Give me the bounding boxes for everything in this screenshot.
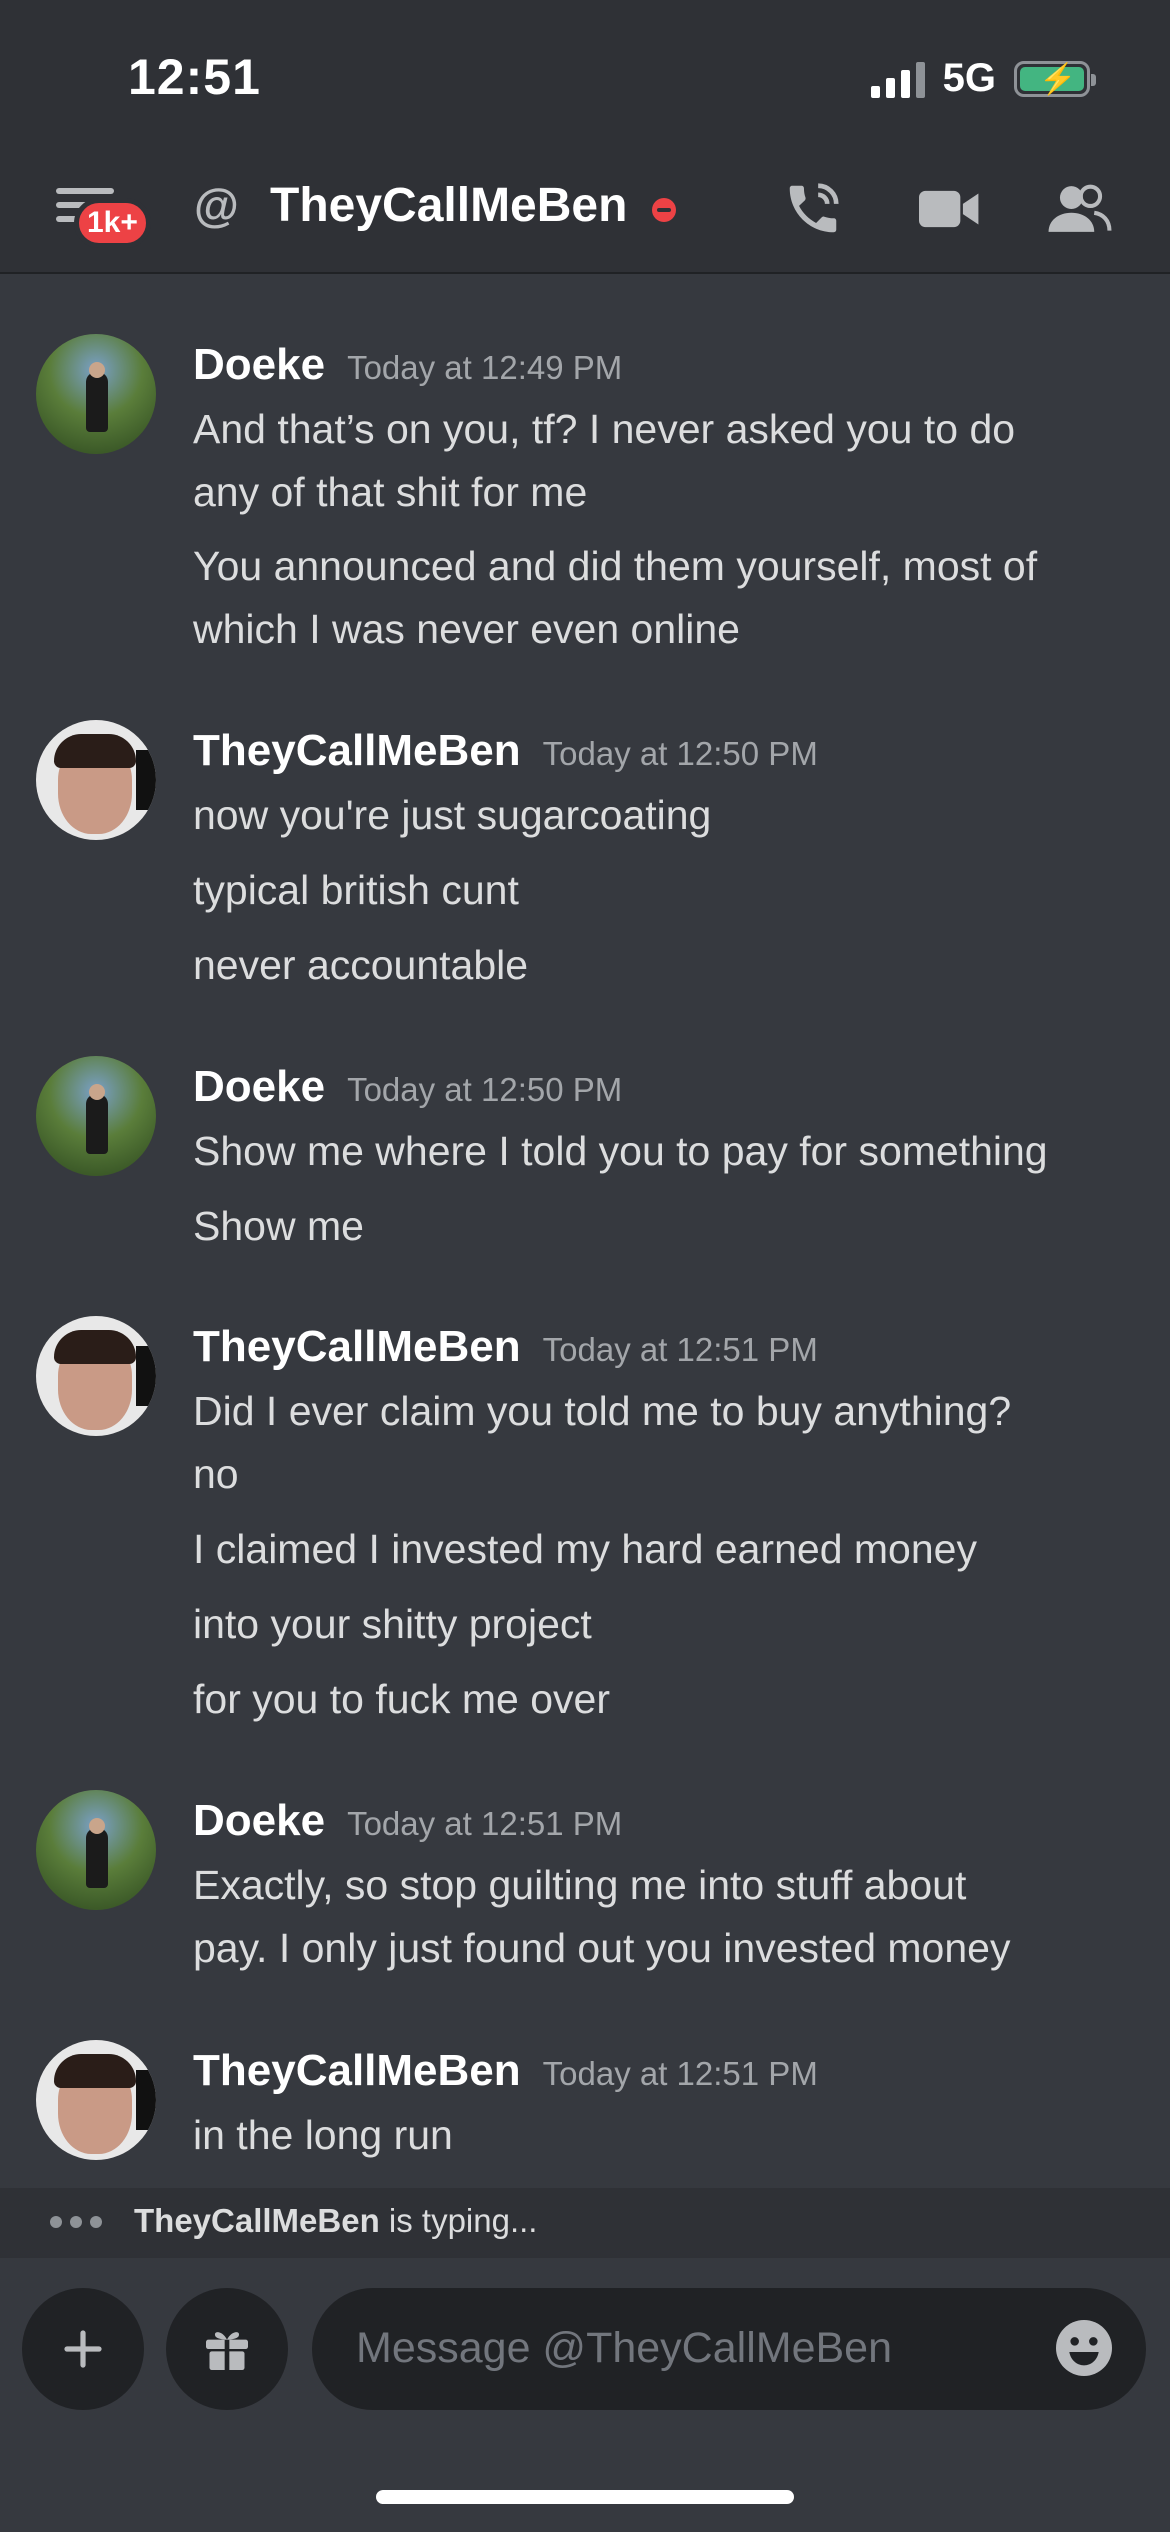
message-timestamp: Today at 12:51 PM <box>542 1331 818 1368</box>
avatar[interactable] <box>36 1316 156 1436</box>
message-line: into your shitty project <box>193 1601 592 1647</box>
add-attachment-button[interactable] <box>22 2288 144 2410</box>
members-icon[interactable] <box>1046 178 1112 240</box>
status-time: 12:51 <box>128 49 261 105</box>
avatar[interactable] <box>36 1790 156 1910</box>
notification-badge: 1k+ <box>74 198 151 248</box>
message-input-placeholder: Message @TheyCallMeBen <box>356 2324 892 2372</box>
message-line: And that’s on you, tf? I never asked you… <box>193 406 1016 452</box>
message-line: typical british cunt <box>193 867 519 913</box>
message-author[interactable]: TheyCallMeBen Today at 12:51 PM <box>193 2046 818 2096</box>
message-line: pay. I only just found out you invested … <box>193 1925 1011 1971</box>
message-author[interactable]: Doeke Today at 12:50 PM <box>193 1062 622 1112</box>
signal-icon <box>870 60 925 98</box>
avatar[interactable] <box>36 1056 156 1176</box>
plus-icon <box>64 2330 102 2368</box>
avatar[interactable] <box>36 334 156 454</box>
at-icon: @ <box>194 179 239 231</box>
top-bar: 12:51 5G ⚡ 1k+ @ TheyCallMeBen <box>0 0 1170 274</box>
network-type: 5G <box>942 56 996 100</box>
phone-call-icon[interactable] <box>782 178 844 240</box>
message-input[interactable]: Message @TheyCallMeBen <box>312 2288 1146 2410</box>
emoji-icon[interactable] <box>1052 2316 1116 2380</box>
message-line: I claimed I invested my hard earned mone… <box>193 1526 977 1572</box>
message-author[interactable]: Doeke Today at 12:51 PM <box>193 1796 622 1846</box>
video-camera-icon[interactable] <box>916 178 984 240</box>
avatar[interactable] <box>36 720 156 840</box>
message-timestamp: Today at 12:51 PM <box>542 2055 818 2092</box>
message-line: Did I ever claim you told me to buy anyt… <box>193 1388 1012 1434</box>
battery-icon: ⚡ <box>1014 60 1096 97</box>
message-line: Exactly, so stop guilting me into stuff … <box>193 1862 967 1908</box>
message-timestamp: Today at 12:51 PM <box>347 1805 623 1842</box>
home-indicator <box>376 2490 794 2504</box>
message-line: for you to fuck me over <box>193 1676 611 1722</box>
message-line: Show me <box>193 1203 364 1249</box>
message-author[interactable]: TheyCallMeBen Today at 12:50 PM <box>193 726 818 776</box>
message-line: in the long run <box>193 2112 453 2158</box>
message-author[interactable]: TheyCallMeBen Today at 12:51 PM <box>193 1322 818 1372</box>
status-indicators: 5G ⚡ <box>870 56 1096 101</box>
gift-button[interactable] <box>166 2288 288 2410</box>
avatar[interactable] <box>36 2040 156 2160</box>
message-timestamp: Today at 12:50 PM <box>347 1071 623 1108</box>
message-author[interactable]: Doeke Today at 12:49 PM <box>193 340 622 390</box>
gift-icon <box>206 2332 248 2370</box>
message-timestamp: Today at 12:49 PM <box>347 349 623 386</box>
page-title[interactable]: TheyCallMeBen <box>270 178 627 233</box>
message-line: Show me where I told you to pay for some… <box>193 1128 1048 1174</box>
dnd-status-icon <box>652 198 676 222</box>
message-line: which I was never even online <box>193 606 740 652</box>
typing-user: TheyCallMeBen <box>134 2202 380 2239</box>
message-line: no <box>193 1451 239 1497</box>
message-line: any of that shit for me <box>193 469 588 515</box>
message-line: never accountable <box>193 942 529 988</box>
typing-dots-icon <box>50 2216 102 2228</box>
message-line: You announced and did them yourself, mos… <box>193 543 1038 589</box>
message-line: now you're just sugarcoating <box>193 792 712 838</box>
message-timestamp: Today at 12:50 PM <box>542 735 818 772</box>
typing-label: is typing... <box>379 2202 538 2239</box>
typing-indicator: TheyCallMeBen is typing... <box>0 2188 1170 2258</box>
